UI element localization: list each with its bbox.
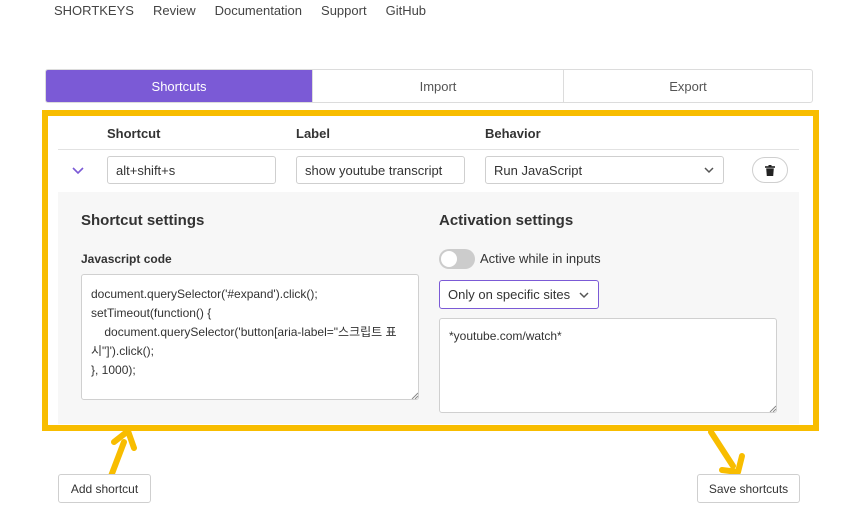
top-nav: SHORTKEYS Review Documentation Support G… bbox=[54, 3, 445, 19]
arrow-down-icon bbox=[708, 429, 745, 475]
tab-bar: Shortcuts Import Export bbox=[45, 69, 813, 103]
nav-support[interactable]: Support bbox=[321, 3, 367, 19]
highlight-box bbox=[42, 110, 819, 431]
nav-shortkeys[interactable]: SHORTKEYS bbox=[54, 3, 134, 19]
tab-export[interactable]: Export bbox=[564, 70, 812, 102]
tab-shortcuts[interactable]: Shortcuts bbox=[46, 70, 313, 102]
nav-github[interactable]: GitHub bbox=[386, 3, 426, 19]
tab-import[interactable]: Import bbox=[313, 70, 564, 102]
nav-review[interactable]: Review bbox=[153, 3, 196, 19]
save-shortcuts-button[interactable]: Save shortcuts bbox=[697, 474, 800, 503]
nav-documentation[interactable]: Documentation bbox=[215, 3, 302, 19]
add-shortcut-button[interactable]: Add shortcut bbox=[58, 474, 151, 503]
